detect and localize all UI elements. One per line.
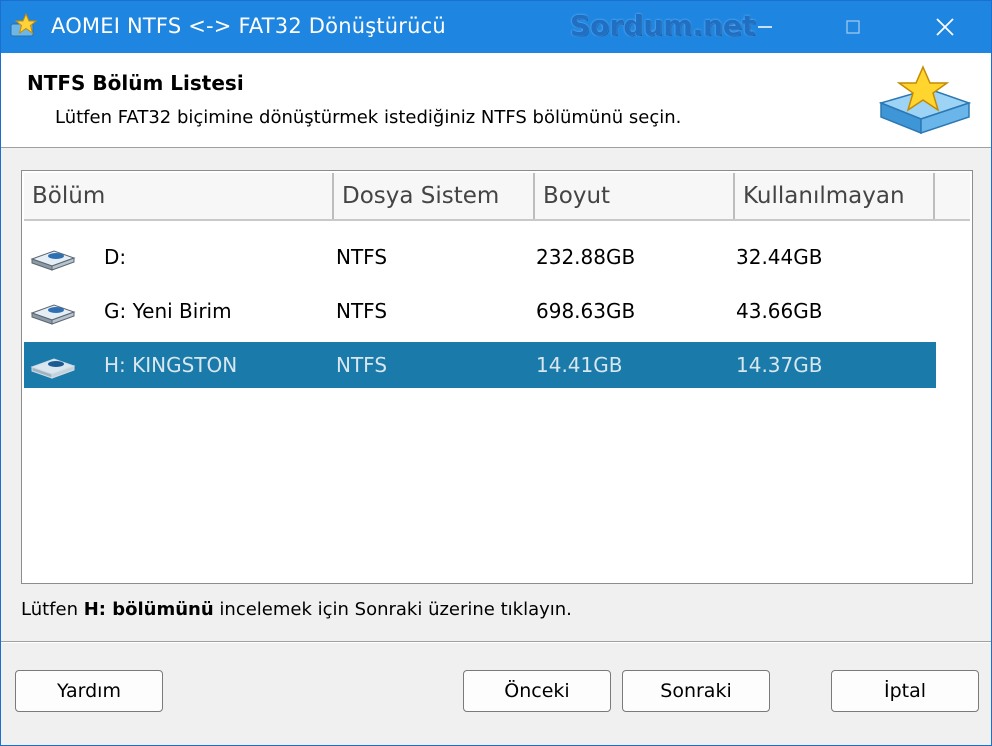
minimize-icon (758, 26, 772, 28)
partition-size: 698.63GB (536, 299, 636, 323)
title-bar[interactable]: AOMEI NTFS <-> FAT32 Dönüştürücü Sordum.… (1, 1, 991, 53)
column-header-unused[interactable]: Kullanılmayan (735, 173, 935, 219)
disk-drive-icon (30, 358, 76, 379)
close-button[interactable] (901, 1, 989, 53)
file-system: NTFS (336, 353, 388, 377)
partition-name: D: (104, 245, 127, 269)
drive-star-icon (878, 65, 972, 135)
column-header-size[interactable]: Boyut (535, 173, 735, 219)
window-title: AOMEI NTFS <-> FAT32 Dönüştürücü (51, 14, 446, 38)
star-app-icon (10, 12, 38, 37)
page-subtitle: Lütfen FAT32 biçimine dönüştürmek istedi… (55, 107, 682, 128)
partition-name: G: Yeni Birim (104, 299, 232, 323)
help-button[interactable]: Yardım (15, 670, 163, 712)
column-header-partition[interactable]: Bölüm (24, 173, 334, 219)
status-message: Lütfen H: bölümünü incelemek için Sonrak… (21, 599, 572, 620)
file-system: NTFS (336, 299, 388, 323)
partition-size: 232.88GB (536, 245, 636, 269)
file-system: NTFS (336, 245, 388, 269)
unused-space: 14.37GB (736, 353, 823, 377)
unused-space: 43.66GB (736, 299, 823, 323)
partition-name: H: KINGSTON (104, 353, 238, 377)
status-prefix: Lütfen (21, 599, 84, 620)
maximize-button[interactable] (809, 1, 897, 53)
maximize-icon (846, 20, 860, 34)
close-icon (936, 18, 954, 36)
unused-space: 32.44GB (736, 245, 823, 269)
status-suffix: incelemek için Sonraki üzerine tıklayın. (213, 599, 572, 620)
wizard-header: NTFS Bölüm Listesi Lütfen FAT32 biçimine… (1, 53, 991, 148)
table-row[interactable]: G: Yeni Birim NTFS 698.63GB 43.66GB (24, 288, 936, 334)
cancel-button[interactable]: İptal (831, 670, 979, 712)
status-partition: H: bölümünü (83, 599, 214, 620)
column-headers: Bölüm Dosya Sistem Boyut Kullanılmayan (24, 173, 970, 221)
disk-drive-icon (30, 250, 76, 271)
table-row-selected[interactable]: H: KINGSTON NTFS 14.41GB 14.37GB (24, 342, 936, 388)
page-title: NTFS Bölüm Listesi (27, 71, 244, 95)
disk-drive-icon (30, 304, 76, 325)
column-header-filesystem[interactable]: Dosya Sistem (334, 173, 535, 219)
table-row[interactable]: D: NTFS 232.88GB 32.44GB (24, 234, 936, 280)
next-button[interactable]: Sonraki (622, 670, 770, 712)
converter-window: AOMEI NTFS <-> FAT32 Dönüştürücü Sordum.… (0, 0, 992, 746)
back-button[interactable]: Önceki (463, 670, 611, 712)
partition-size: 14.41GB (536, 353, 623, 377)
minimize-button[interactable] (721, 1, 809, 53)
partition-list[interactable]: Bölüm Dosya Sistem Boyut Kullanılmayan D… (21, 170, 973, 584)
divider (1, 641, 991, 643)
